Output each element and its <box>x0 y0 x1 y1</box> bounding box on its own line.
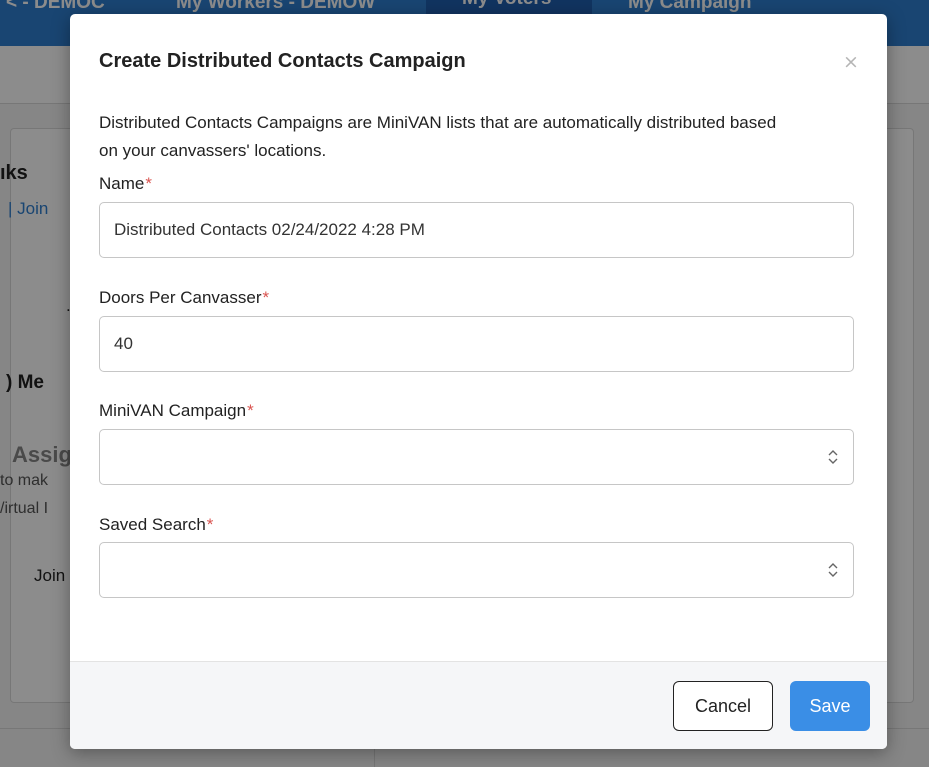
name-label: Name* <box>99 174 152 194</box>
minivan-campaign-label-text: MiniVAN Campaign <box>99 401 247 420</box>
doors-label: Doors Per Canvasser* <box>99 288 269 308</box>
modal-footer: Cancel Save <box>70 661 887 749</box>
cancel-button[interactable]: Cancel <box>673 681 773 731</box>
required-marker: * <box>145 174 152 193</box>
saved-search-label: Saved Search* <box>99 515 213 535</box>
name-input[interactable] <box>99 202 854 258</box>
name-label-text: Name <box>99 174 145 193</box>
select-updown-icon <box>828 450 838 464</box>
select-updown-icon <box>828 563 838 577</box>
close-icon[interactable]: × <box>841 52 861 72</box>
create-campaign-modal: Create Distributed Contacts Campaign × D… <box>70 14 887 749</box>
saved-search-select[interactable] <box>99 542 854 598</box>
required-marker: * <box>247 401 254 420</box>
doors-per-canvasser-input[interactable] <box>99 316 854 372</box>
save-button[interactable]: Save <box>790 681 870 731</box>
saved-search-label-text: Saved Search <box>99 515 206 534</box>
required-marker: * <box>262 288 270 307</box>
modal-description: Distributed Contacts Campaigns are MiniV… <box>99 113 777 160</box>
doors-label-text: Doors Per Canvasser <box>99 288 262 307</box>
minivan-campaign-label: MiniVAN Campaign* <box>99 401 254 421</box>
required-marker: * <box>206 515 214 534</box>
minivan-campaign-select[interactable] <box>99 429 854 485</box>
modal-title: Create Distributed Contacts Campaign <box>99 50 466 72</box>
